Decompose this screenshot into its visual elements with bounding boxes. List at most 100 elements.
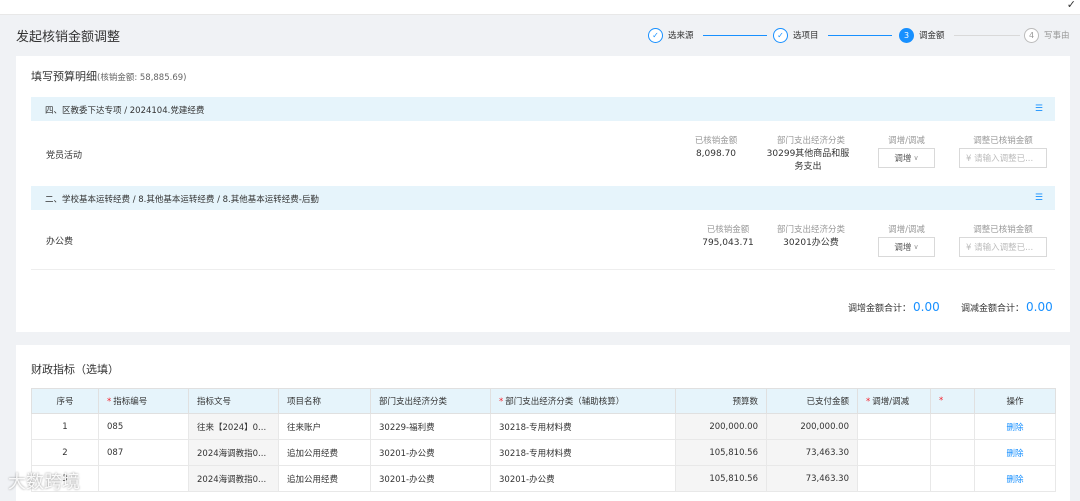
- cell-paid: 73,463.30: [766, 439, 858, 466]
- cell-paid: 200,000.00: [766, 413, 858, 440]
- table-row: 2 087 2024海调教指0... 追加公用经费 30201-办公费 3021…: [31, 439, 1056, 466]
- cell-extra[interactable]: [930, 413, 975, 440]
- cell-adjust[interactable]: [857, 439, 931, 466]
- budget-item-name: 办公费: [46, 237, 74, 247]
- steps-bar: ✓ 选来源 ✓ 选项目 3 调金额 4 写事由: [648, 26, 1078, 44]
- delete-link[interactable]: 删除: [974, 439, 1056, 466]
- total-decrease-value: 0.00: [1026, 300, 1053, 314]
- close-icon[interactable]: ✓: [1067, 0, 1076, 11]
- adjust-direction-label: 调增/调减: [888, 225, 925, 235]
- chevron-down-icon: ∨: [913, 154, 919, 162]
- page-title: 发起核销金额调整: [16, 30, 121, 45]
- top-bar: ✓: [0, 0, 1080, 15]
- adjust-direction-label: 调增/调减: [888, 136, 925, 146]
- step-connector: [703, 35, 767, 36]
- adjust-amount-input[interactable]: ¥ 请输入调整已...: [959, 237, 1047, 257]
- step-1-label: 选来源: [668, 31, 694, 41]
- write-off-amount: (核销金额: 58,885.69): [97, 73, 187, 83]
- economic-category: 30201办公费: [783, 238, 839, 248]
- cell-budget: 105,810.56: [675, 439, 767, 466]
- written-off-amount-label: 已核销金额: [706, 225, 750, 235]
- col-header: * 调增/调减: [857, 388, 931, 414]
- cell-indicator-code: 087: [98, 439, 189, 466]
- cell-budget: 105,810.56: [675, 465, 767, 492]
- step-1[interactable]: ✓ 选来源: [648, 26, 694, 44]
- cell-economic-category: 30201-办公费: [370, 439, 491, 466]
- economic-category: 30299其他商品和服务支出: [766, 149, 850, 172]
- economic-category-label: 部门支出经济分类: [776, 136, 845, 146]
- adjust-amount-input[interactable]: ¥ 请输入调整已...: [959, 148, 1047, 168]
- step-3-label: 调金额: [919, 31, 945, 41]
- step-connector: [954, 35, 1020, 36]
- delete-link[interactable]: 删除: [974, 413, 1056, 440]
- table-header-row: 序号 * 指标编号 指标文号 项目名称 部门支出经济分类 * 部门支出经济分类（辅助…: [31, 388, 1056, 414]
- step-2-label: 选项目: [793, 31, 819, 41]
- col-header-label: 部门支出经济分类（辅助核算）: [505, 397, 625, 407]
- finance-indicator-card: 财政指标（选填） 序号 * 指标编号 指标文号 项目名称 部门支出经济分类 * 部门…: [16, 345, 1070, 501]
- col-header: 指标文号: [188, 388, 279, 414]
- cell-economic-category: 30229-福利费: [370, 413, 491, 440]
- written-off-amount: 795,043.71: [702, 238, 754, 248]
- adjust-amount-label: 调整已核销金额: [973, 136, 1033, 146]
- step-4-number: 4: [1024, 27, 1039, 43]
- col-header: 部门支出经济分类: [370, 388, 491, 414]
- budget-group-breadcrumb: 四、区教委下达专项 / 2024104.党建经费: [45, 106, 205, 116]
- table-row: 3 2024海调教指0... 追加公用经费 30201-办公费 30201-办公…: [31, 465, 1056, 492]
- budget-item-name: 党员活动: [46, 151, 83, 161]
- budget-detail-heading: 填写预算明细: [31, 70, 97, 83]
- list-icon[interactable]: ☰: [1035, 104, 1043, 114]
- cell-extra[interactable]: [930, 465, 975, 492]
- adjust-direction-select[interactable]: 调增 ∨: [878, 237, 935, 257]
- chevron-down-icon: ∨: [913, 243, 919, 251]
- finance-table: 序号 * 指标编号 指标文号 项目名称 部门支出经济分类 * 部门支出经济分类（辅助…: [31, 388, 1056, 492]
- required-mark: *: [866, 397, 871, 407]
- delete-label: 删除: [1006, 448, 1024, 459]
- cell-doc-number: 2024海调教指0...: [188, 465, 279, 492]
- written-off-amount: 8,098.70: [695, 149, 737, 159]
- budget-group-header: 四、区教委下达专项 / 2024104.党建经费 ☰: [31, 97, 1055, 121]
- cell-adjust[interactable]: [857, 465, 931, 492]
- cell-adjust[interactable]: [857, 413, 931, 440]
- budget-detail-card: 填写预算明细(核销金额: 58,885.69) 四、区教委下达专项 / 2024…: [16, 56, 1070, 332]
- delete-link[interactable]: 删除: [974, 465, 1056, 492]
- adjust-amount-label: 调整已核销金额: [973, 225, 1033, 235]
- cell-economic-category-aux: 30218-专用材料费: [490, 439, 676, 466]
- step-4-label: 写事由: [1044, 31, 1070, 41]
- step-connector: [828, 35, 892, 36]
- cell-budget: 200,000.00: [675, 413, 767, 440]
- required-mark: *: [107, 397, 112, 407]
- delete-label: 删除: [1006, 422, 1024, 433]
- budget-group-breadcrumb: 二、学校基本运转经费 / 8.其他基本运转经费 / 8.其他基本运转经费-后勤: [45, 195, 319, 205]
- col-header: 操作: [974, 388, 1056, 414]
- step-2[interactable]: ✓ 选项目: [773, 26, 819, 44]
- total-increase: 调增金额合计： 0.00: [848, 300, 940, 314]
- divider: [31, 269, 1055, 270]
- total-increase-label: 调增金额合计：: [848, 304, 912, 314]
- adjust-direction-select[interactable]: 调增 ∨: [878, 148, 935, 168]
- col-header: *: [930, 388, 975, 414]
- col-header: 已支付金额: [766, 388, 858, 414]
- step-3-number: 3: [899, 27, 914, 43]
- col-header-label: 调增/调减: [872, 397, 910, 407]
- cell-project-name: 追加公用经费: [278, 439, 371, 466]
- cell-economic-category-aux: 30218-专用材料费: [490, 413, 676, 440]
- list-icon[interactable]: ☰: [1035, 193, 1043, 203]
- economic-category-label: 部门支出经济分类: [776, 225, 845, 235]
- step-3[interactable]: 3 调金额: [899, 26, 945, 44]
- cell-indicator-code: [98, 465, 189, 492]
- cell-extra[interactable]: [930, 439, 975, 466]
- required-mark: *: [499, 397, 504, 407]
- total-increase-value: 0.00: [913, 300, 940, 314]
- cell-project-name: 追加公用经费: [278, 465, 371, 492]
- adjust-direction-value: 调增: [894, 154, 912, 164]
- check-icon: ✓: [773, 27, 788, 43]
- step-4[interactable]: 4 写事由: [1024, 26, 1070, 44]
- col-header: 序号: [31, 388, 99, 414]
- cell-economic-category: 30201-办公费: [370, 465, 491, 492]
- col-header: 项目名称: [278, 388, 371, 414]
- cell-indicator-code: 085: [98, 413, 189, 440]
- cell-doc-number: 2024海调教指0...: [188, 439, 279, 466]
- page-header: 发起核销金额调整 ✓ 选来源 ✓ 选项目 3 调金额 4 写事由: [0, 16, 1080, 54]
- cell-index: 1: [31, 413, 99, 440]
- budget-detail-title: 填写预算明细(核销金额: 58,885.69): [31, 68, 186, 84]
